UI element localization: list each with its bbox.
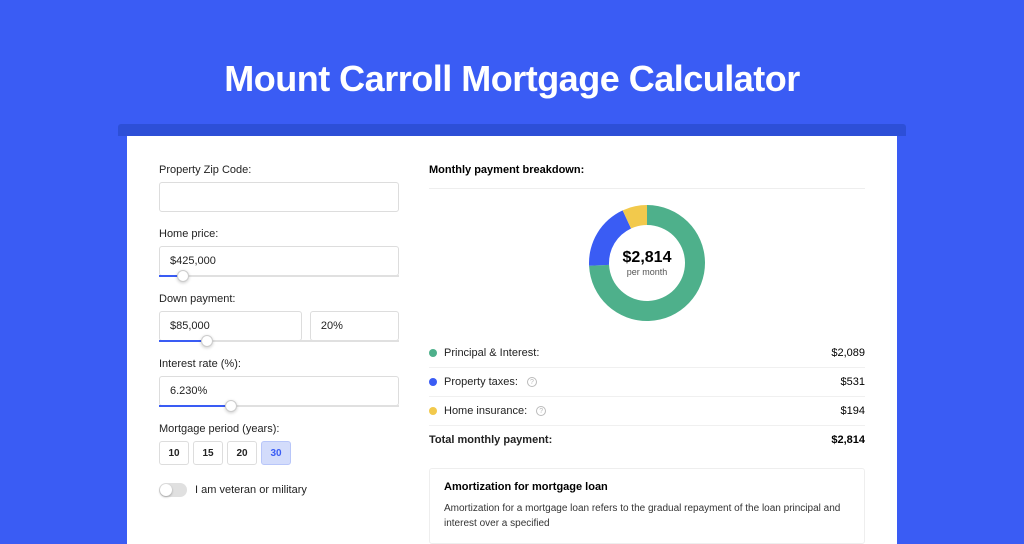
calculator-card: Property Zip Code: Home price: Down paym… [127,136,897,544]
veteran-toggle-knob [160,484,172,496]
down-label: Down payment: [159,293,399,305]
breakdown-panel: Monthly payment breakdown: $2,814 per mo… [429,164,865,544]
price-slider-thumb[interactable] [177,270,189,282]
price-input[interactable] [159,246,399,276]
legend-row: Principal & Interest: $2,089 [429,339,865,367]
price-label: Home price: [159,228,399,240]
legend-label: Home insurance: [444,405,527,417]
veteran-label: I am veteran or military [195,484,307,496]
info-icon[interactable]: ? [536,406,546,416]
amortization-text: Amortization for a mortgage loan refers … [444,501,850,531]
zip-input[interactable] [159,182,399,212]
amortization-title: Amortization for mortgage loan [444,481,850,493]
breakdown-legend: Principal & Interest: $2,089 Property taxe… [429,339,865,425]
period-btn-15[interactable]: 15 [193,441,223,465]
legend-value: $531 [841,376,865,388]
donut-chart: $2,814 per month [587,203,707,323]
donut-amount: $2,814 [623,249,672,267]
legend-row: Property taxes:? $531 [429,367,865,396]
zip-label: Property Zip Code: [159,164,399,176]
amortization-box: Amortization for mortgage loan Amortizat… [429,468,865,544]
price-slider[interactable] [159,275,399,277]
legend-dot [429,349,437,357]
rate-label: Interest rate (%): [159,358,399,370]
down-field-group: Down payment: [159,293,399,342]
card-accent [118,124,906,136]
legend-dot [429,378,437,386]
rate-slider-fill [159,405,231,407]
period-btn-20[interactable]: 20 [227,441,257,465]
rate-slider[interactable] [159,405,399,407]
period-btn-10[interactable]: 10 [159,441,189,465]
breakdown-title: Monthly payment breakdown: [429,164,865,176]
total-label: Total monthly payment: [429,434,552,446]
rate-slider-thumb[interactable] [225,400,237,412]
donut-center: $2,814 per month [623,249,672,277]
total-row: Total monthly payment: $2,814 [429,425,865,454]
rate-field-group: Interest rate (%): [159,358,399,407]
veteran-row: I am veteran or military [159,483,399,497]
down-amount-input[interactable] [159,311,302,341]
period-buttons: 10152030 [159,441,399,465]
price-field-group: Home price: [159,228,399,277]
legend-label: Principal & Interest: [444,347,539,359]
inputs-panel: Property Zip Code: Home price: Down paym… [159,164,399,544]
down-slider[interactable] [159,340,399,342]
period-label: Mortgage period (years): [159,423,399,435]
info-icon[interactable]: ? [527,377,537,387]
rate-input[interactable] [159,376,399,406]
breakdown-divider [429,188,865,189]
down-percent-input[interactable] [310,311,399,341]
period-field-group: Mortgage period (years): 10152030 [159,423,399,465]
legend-row: Home insurance:? $194 [429,396,865,425]
veteran-toggle[interactable] [159,483,187,497]
legend-value: $194 [841,405,865,417]
down-slider-thumb[interactable] [201,335,213,347]
donut-chart-wrap: $2,814 per month [429,197,865,339]
legend-value: $2,089 [831,347,865,359]
total-value: $2,814 [831,434,865,446]
donut-sub: per month [623,267,672,277]
zip-field-group: Property Zip Code: [159,164,399,212]
down-slider-fill [159,340,207,342]
legend-label: Property taxes: [444,376,518,388]
legend-dot [429,407,437,415]
page-header: Mount Carroll Mortgage Calculator [0,0,1024,100]
page-title: Mount Carroll Mortgage Calculator [0,58,1024,100]
period-btn-30[interactable]: 30 [261,441,291,465]
